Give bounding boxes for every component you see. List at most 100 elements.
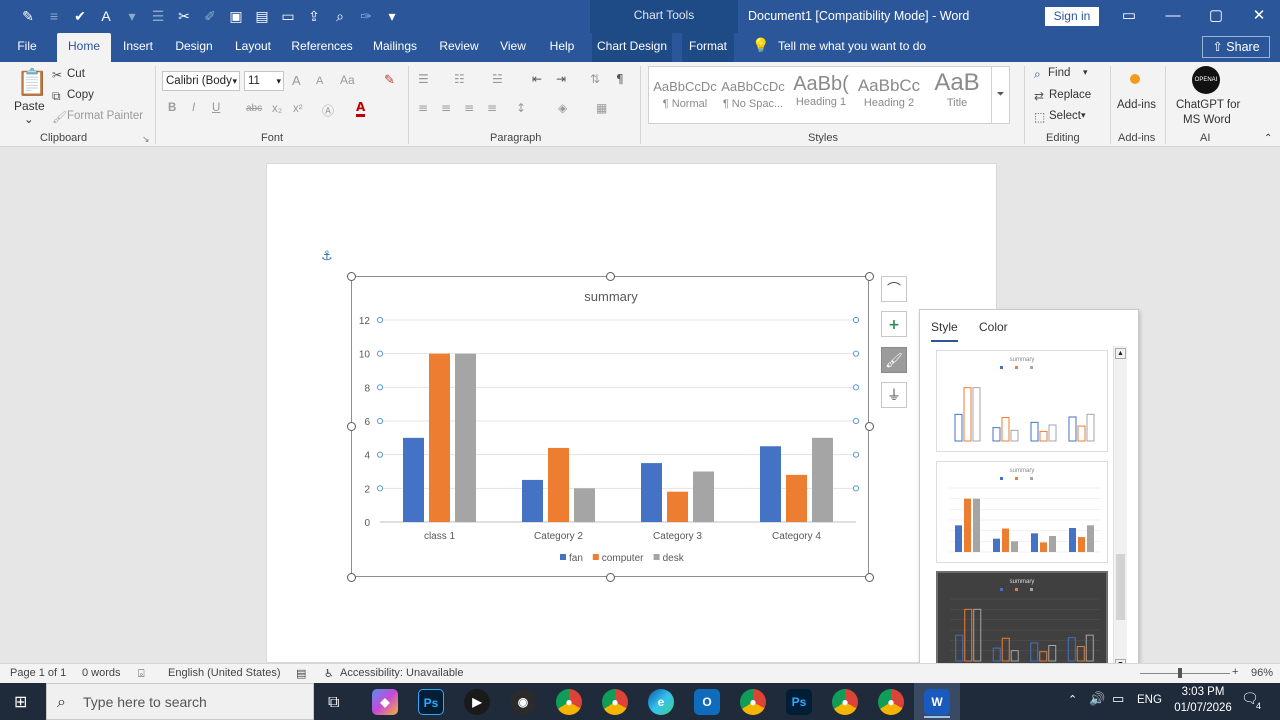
media-player-icon[interactable]: ▶ xyxy=(464,689,490,715)
font-name-box[interactable]: Calibri (Body ▾ xyxy=(162,71,240,91)
font-color-icon[interactable]: A xyxy=(356,100,366,117)
customize-qat-icon[interactable]: ▾ xyxy=(382,7,402,25)
styles-more-icon[interactable]: ⏷ xyxy=(991,67,1009,123)
clock-date[interactable]: 01/07/2026 xyxy=(1170,702,1236,714)
align-right-icon[interactable]: ≡ xyxy=(464,101,474,115)
style-pane-scrollbar[interactable]: ▲ ▼ xyxy=(1113,346,1127,672)
find-button[interactable]: Find xyxy=(1048,67,1070,79)
style-normal[interactable]: AaBbCcDc ¶ Normal xyxy=(651,67,719,123)
superscript-button[interactable]: x² xyxy=(293,103,303,115)
tab-references[interactable]: References xyxy=(290,33,354,62)
chrome-icon-5[interactable]: ● xyxy=(878,689,904,715)
chart-filters-button[interactable]: ⏚ xyxy=(881,382,907,408)
outlook-icon[interactable]: O xyxy=(694,689,720,715)
chart-style-thumbnail-3[interactable]: summary xyxy=(936,571,1108,673)
find-dropdown-icon[interactable]: ▾ xyxy=(1083,67,1088,78)
clipboard-launcher-icon[interactable]: ↘ xyxy=(142,134,150,145)
windows-start-icon[interactable]: ⊞ xyxy=(14,692,27,711)
font-icon[interactable]: A xyxy=(96,7,116,25)
align-center-icon[interactable]: ≡ xyxy=(441,101,451,115)
chart-style-thumbnail-1[interactable]: summary xyxy=(936,350,1108,452)
print-preview-icon[interactable]: ⌕ xyxy=(330,7,350,25)
strikethrough-button[interactable]: abc xyxy=(246,103,262,114)
paste-icon[interactable]: 📋 xyxy=(16,68,48,98)
task-view-icon[interactable]: ⧉ xyxy=(328,692,339,712)
text-effects-icon[interactable]: Ⓐ xyxy=(322,102,334,119)
tab-chart-design[interactable]: Chart Design xyxy=(592,33,672,62)
cut-button[interactable]: Cut xyxy=(67,68,85,80)
tab-view[interactable]: View xyxy=(496,33,530,62)
italic-button[interactable]: I xyxy=(192,102,195,114)
chatgpt-button-line2[interactable]: MS Word xyxy=(1183,114,1231,126)
collapse-ribbon-icon[interactable]: ⌃ xyxy=(1264,133,1272,144)
font-size-box[interactable]: 11 ▾ xyxy=(244,71,284,91)
underline-button[interactable]: U xyxy=(212,102,220,114)
font-size-dropdown-icon[interactable]: ▾ xyxy=(276,72,283,90)
share-button[interactable]: ⇧ Share xyxy=(1202,36,1270,58)
proofing-icon[interactable]: ⌺ xyxy=(138,667,145,681)
chart-styles-button[interactable]: 🖌 xyxy=(881,347,907,373)
photoshop-icon[interactable]: Ps xyxy=(418,689,444,715)
resize-handle-top-left[interactable] xyxy=(347,272,356,281)
tray-chevron-icon[interactable]: ⌃ xyxy=(1068,693,1077,706)
chrome-icon-1[interactable]: ● xyxy=(556,689,582,715)
resize-handle-top-right[interactable] xyxy=(865,272,874,281)
paste-button[interactable]: Paste xyxy=(14,99,45,113)
multilevel-list-icon[interactable]: ☱ xyxy=(492,72,503,86)
line-spacing-icon[interactable]: ↕ xyxy=(516,101,526,115)
show-marks-icon[interactable]: ¶ xyxy=(616,72,624,86)
ribbon-display-options-icon[interactable]: ▭ xyxy=(1117,5,1141,27)
select-button[interactable]: Select xyxy=(1049,110,1081,122)
chrome-icon-2[interactable]: ● xyxy=(602,689,628,715)
tab-style[interactable]: Style xyxy=(931,320,958,342)
paste-icon[interactable]: ▣ xyxy=(226,7,246,25)
chrome-icon-4[interactable]: ● xyxy=(832,689,858,715)
numbering-icon[interactable]: ☷ xyxy=(454,72,465,86)
tab-format[interactable]: Format xyxy=(682,33,734,62)
paste-dropdown-icon[interactable]: ⌄ xyxy=(24,112,34,126)
edge-icon[interactable]: e xyxy=(648,689,674,715)
resize-handle-bottom-left[interactable] xyxy=(347,573,356,582)
resize-handle-top[interactable] xyxy=(606,272,615,281)
sort-icon[interactable]: ⇅ xyxy=(590,72,600,86)
anchor-icon[interactable]: ⚓ xyxy=(321,249,333,264)
style-no-spacing[interactable]: AaBbCcDc ¶ No Spac... xyxy=(719,67,787,123)
bold-button[interactable]: B xyxy=(168,102,176,114)
decrease-indent-icon[interactable]: ⇤ xyxy=(532,72,542,86)
layout-options-button[interactable]: ⌒ xyxy=(881,276,907,302)
accessibility-icon[interactable]: ♿ xyxy=(324,667,334,680)
input-language[interactable]: ENG xyxy=(1137,694,1162,706)
bullets-icon[interactable]: ☰ xyxy=(418,72,429,86)
close-button[interactable]: ✕ xyxy=(1247,5,1271,27)
tab-help[interactable]: Help xyxy=(544,33,580,62)
borders-icon[interactable]: ▦ xyxy=(596,101,607,115)
tab-home[interactable]: Home xyxy=(57,33,111,62)
editor-icon[interactable]: ✎ xyxy=(18,7,38,25)
chart-elements-button[interactable]: + xyxy=(881,311,907,337)
chatgpt-button-line1[interactable]: ChatGPT for xyxy=(1176,99,1240,111)
network-icon[interactable]: ▭ xyxy=(1112,692,1124,707)
tell-me-search[interactable]: Tell me what you want to do xyxy=(778,33,926,62)
style-title[interactable]: AaB Title xyxy=(923,67,991,123)
accessibility-status[interactable]: Accessibility: Unavailable xyxy=(340,667,464,679)
shading-icon[interactable]: ◈ xyxy=(558,101,567,115)
clear-formatting-icon[interactable]: ✎ xyxy=(384,73,395,88)
dropdown-icon[interactable]: ▾ xyxy=(122,7,142,25)
change-case-button[interactable]: Aa xyxy=(340,73,355,87)
style-heading-1[interactable]: AaBb(Heading 1 xyxy=(787,67,855,123)
zoom-slider[interactable] xyxy=(1140,673,1230,674)
copy-button[interactable]: Copy xyxy=(67,89,94,101)
tab-design[interactable]: Design xyxy=(171,33,217,62)
select-dropdown-icon[interactable]: ▾ xyxy=(1081,110,1086,121)
obs-icon[interactable]: ◉ xyxy=(510,689,536,715)
zoom-level[interactable]: 96% xyxy=(1251,667,1273,679)
tab-review[interactable]: Review xyxy=(436,33,482,62)
spelling-icon[interactable]: ✔ xyxy=(70,7,90,25)
sign-in-button[interactable]: Sign in xyxy=(1045,7,1099,26)
resize-handle-bottom[interactable] xyxy=(606,573,615,582)
shrink-font-button[interactable]: A xyxy=(316,75,323,87)
word-count[interactable]: 0 words xyxy=(82,667,121,679)
scroll-up-icon[interactable]: ▲ xyxy=(1115,348,1126,359)
edit-icon[interactable]: ✐ xyxy=(200,7,220,25)
open-folder-icon[interactable]: ▭ xyxy=(278,7,298,25)
